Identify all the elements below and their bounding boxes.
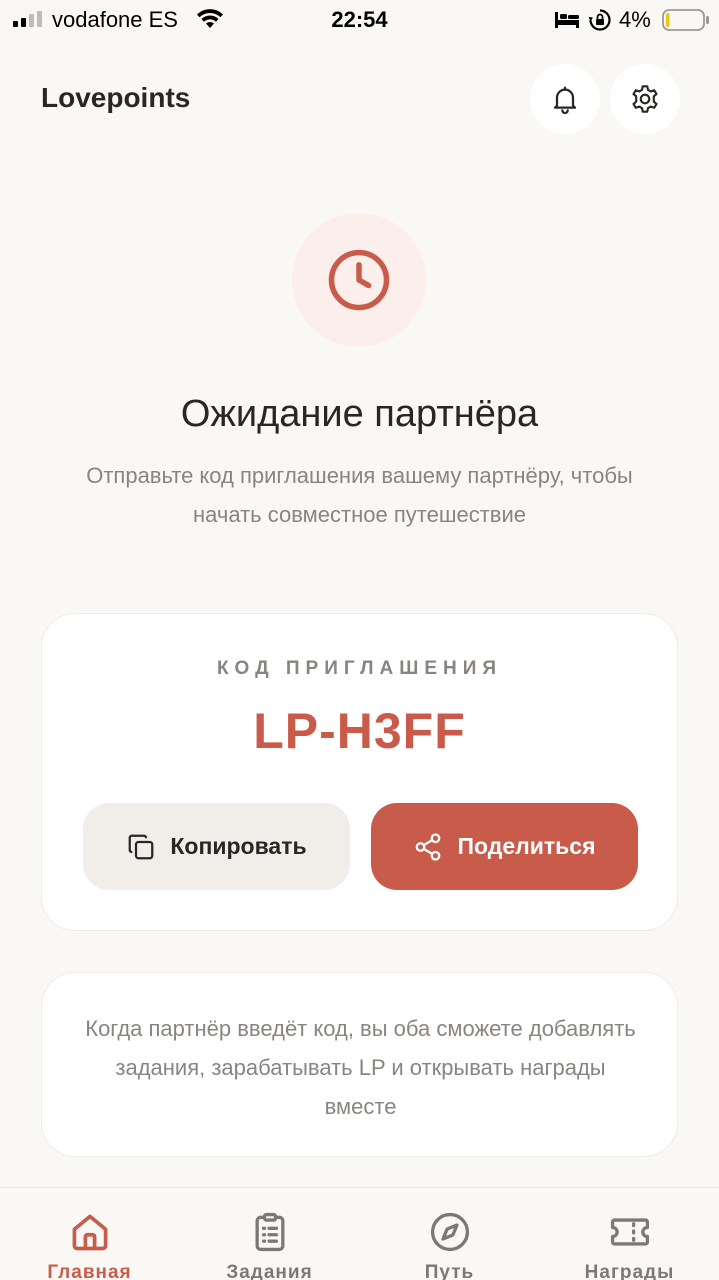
sleep-mode-icon	[555, 12, 579, 28]
share-button-label: Поделиться	[457, 833, 596, 859]
info-card: Когда партнёр введёт код, вы оба сможете…	[41, 972, 678, 1157]
share-icon	[416, 832, 441, 861]
rotation-lock-icon	[588, 9, 611, 31]
clock-badge	[292, 213, 426, 347]
share-button[interactable]: Поделиться	[371, 803, 638, 890]
nav-label-tasks: Задания	[226, 1262, 313, 1280]
bottom-navigation: Главная Задания Путь Награды	[0, 1187, 719, 1280]
bell-icon	[553, 86, 577, 115]
battery-icon	[662, 9, 709, 31]
settings-button[interactable]	[610, 64, 680, 134]
gear-icon	[632, 85, 658, 113]
clock-icon	[328, 249, 390, 311]
nav-label-path: Путь	[424, 1262, 475, 1280]
waiting-title: Ожидание партнёра	[180, 393, 539, 435]
status-bar: vodafone ES 22:54 4%	[0, 0, 719, 40]
copy-icon	[129, 834, 154, 859]
nav-label-rewards: Награды	[584, 1262, 675, 1280]
waiting-subtitle: Отправьте код приглашения вашему партнёр…	[86, 463, 633, 527]
notifications-button[interactable]	[530, 64, 600, 134]
invite-code-label: КОД ПРИГЛАШЕНИЯ	[216, 658, 503, 679]
nav-item-home[interactable]: Главная	[0, 1188, 179, 1280]
home-icon	[72, 1214, 107, 1251]
nav-item-tasks[interactable]: Задания	[180, 1188, 359, 1280]
ticket-icon	[610, 1218, 649, 1246]
nav-item-path[interactable]: Путь	[360, 1188, 539, 1280]
nav-label-home: Главная	[47, 1262, 132, 1280]
app-screen: vodafone ES 22:54 4% Lovepoints Ожидание…	[0, 0, 719, 1280]
compass-icon	[430, 1212, 469, 1252]
copy-button[interactable]: Копировать	[83, 803, 350, 890]
app-title: Lovepoints	[41, 82, 191, 113]
invite-code-value: LP-H3FF	[253, 703, 466, 759]
copy-button-label: Копировать	[170, 833, 307, 859]
battery-percent: 4%	[619, 7, 651, 32]
clipboard-icon	[255, 1212, 284, 1252]
nav-item-rewards[interactable]: Награды	[540, 1188, 719, 1280]
info-text: Когда партнёр введёт код, вы оба сможете…	[85, 1016, 636, 1119]
invite-code-card: КОД ПРИГЛАШЕНИЯ LP-H3FF Копировать Подел…	[41, 613, 678, 931]
